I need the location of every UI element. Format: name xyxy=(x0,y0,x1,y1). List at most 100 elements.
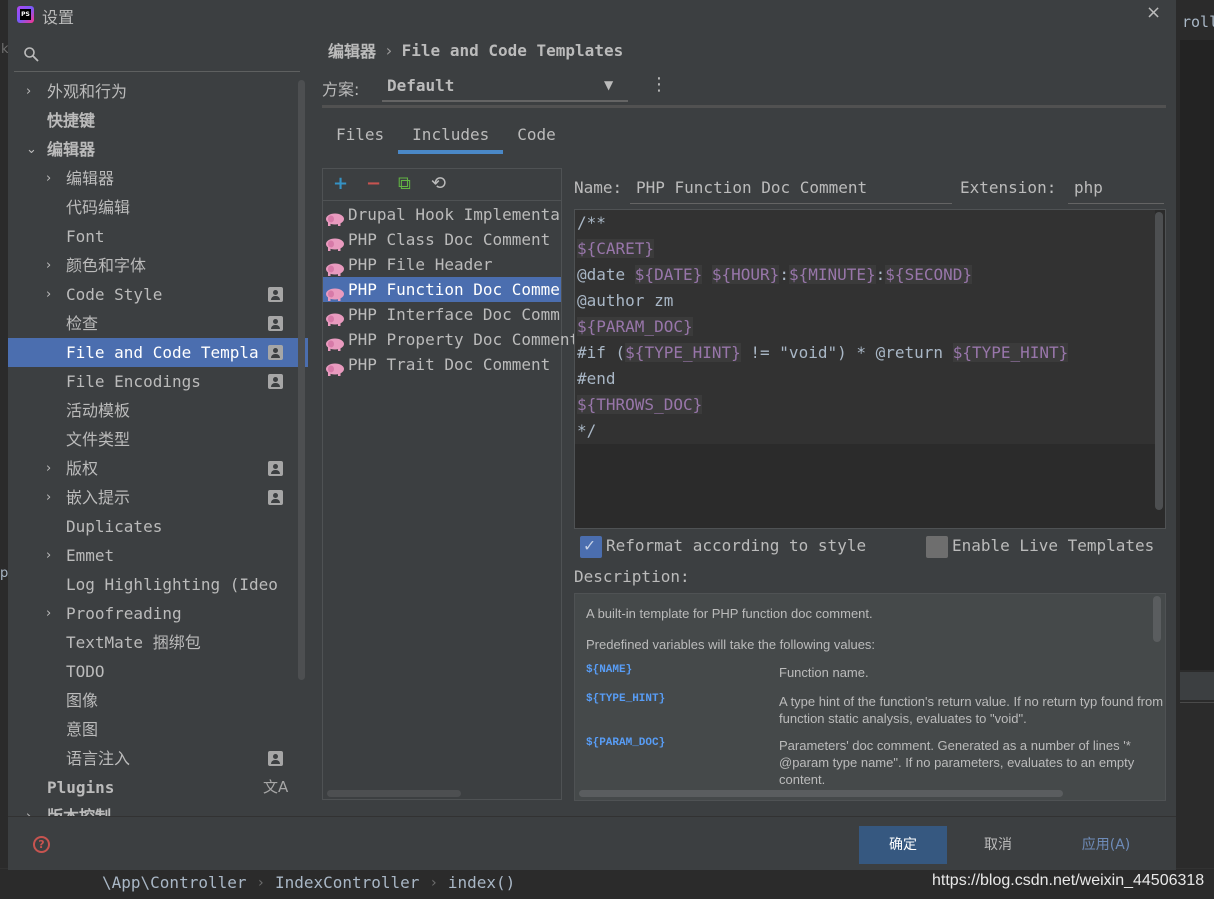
project-scope-icon xyxy=(268,287,283,302)
reset-icon[interactable]: ⟲ xyxy=(431,173,446,195)
tree-item-label: Duplicates xyxy=(66,517,163,536)
tree-item[interactable]: › 嵌入提示 xyxy=(8,483,308,512)
code-line: ${CARET} xyxy=(577,236,655,262)
chevron-down-icon[interactable]: ⌄ xyxy=(26,135,37,164)
tree-item[interactable]: File and Code Templa xyxy=(8,338,308,367)
chevron-right-icon[interactable]: › xyxy=(46,280,51,309)
template-list-item[interactable]: PHP Interface Doc Comm xyxy=(323,302,561,327)
template-name: PHP Trait Doc Comment xyxy=(348,355,551,374)
name-value: PHP Function Doc Comment xyxy=(636,178,868,197)
code-line: @date ${DATE} ${HOUR}:${MINUTE}:${SECOND… xyxy=(577,262,972,288)
tree-item[interactable]: TextMate 捆绑包 xyxy=(8,628,308,657)
tree-item[interactable]: › Proofreading xyxy=(8,599,308,628)
chevron-right-icon[interactable]: › xyxy=(26,802,31,817)
tree-item[interactable]: ⌄ 编辑器 xyxy=(8,135,308,164)
tree-item[interactable]: TODO xyxy=(8,657,308,686)
live-templates-checkbox[interactable]: Enable Live Templates xyxy=(926,534,1166,560)
tree-item[interactable]: 意图 xyxy=(8,715,308,744)
apply-button[interactable]: 应用(A) xyxy=(1062,826,1150,864)
template-list-item[interactable]: PHP Function Doc Comme xyxy=(323,277,561,302)
title-bar: 设置 × xyxy=(8,0,1176,30)
tab-includes[interactable]: Includes xyxy=(398,118,504,154)
breadcrumb-method[interactable]: index() xyxy=(448,873,515,892)
tree-item[interactable]: 代码编辑 xyxy=(8,193,308,222)
extension-input[interactable]: php xyxy=(1068,172,1164,204)
chevron-right-icon[interactable]: › xyxy=(26,77,31,106)
tree-item[interactable]: 语言注入 xyxy=(8,744,308,773)
template-list-item[interactable]: PHP Class Doc Comment xyxy=(323,227,561,252)
tree-item[interactable]: File Encodings xyxy=(8,367,308,396)
tree-item-label: Font xyxy=(66,227,105,246)
chevron-right-icon[interactable]: › xyxy=(46,541,51,570)
tree-scrollbar[interactable] xyxy=(298,80,305,680)
template-list-item[interactable]: PHP File Header xyxy=(323,252,561,277)
chevron-right-icon[interactable]: › xyxy=(46,251,51,280)
project-scope-icon xyxy=(268,461,283,476)
tree-item[interactable]: › 颜色和字体 xyxy=(8,251,308,280)
tree-item[interactable]: › Code Style xyxy=(8,280,308,309)
name-input[interactable]: PHP Function Doc Comment xyxy=(630,172,952,204)
chevron-right-icon[interactable]: › xyxy=(46,599,51,628)
tree-item-label: Plugins xyxy=(47,778,115,797)
template-variable: ${CARET} xyxy=(577,239,655,258)
tree-item[interactable]: › 版本控制 xyxy=(8,802,308,817)
tree-item-label: 编辑器 xyxy=(47,140,96,159)
variable-description: A type hint of the function's return val… xyxy=(779,694,1164,726)
tree-item[interactable]: 图像 xyxy=(8,686,308,715)
variable-name: ${NAME} xyxy=(586,664,633,676)
scheme-value: Default xyxy=(387,76,455,95)
breadcrumb-namespace[interactable]: \App\Controller xyxy=(102,873,247,892)
reformat-checkbox[interactable]: Reformat according to style xyxy=(580,534,900,560)
tree-item[interactable]: Log Highlighting (Ideo xyxy=(8,570,308,599)
tree-item[interactable]: Plugins 文A xyxy=(8,773,308,802)
chevron-right-icon[interactable]: › xyxy=(46,164,51,193)
template-editor[interactable]: /** ${CARET} @date ${DATE} ${HOUR}:${MIN… xyxy=(574,209,1166,529)
tree-item-label: 外观和行为 xyxy=(47,82,128,101)
description-scrollbar[interactable] xyxy=(1153,596,1161,642)
code-text: #if ( xyxy=(577,343,626,362)
add-icon[interactable]: + xyxy=(333,173,348,195)
chevron-right-icon[interactable]: › xyxy=(46,483,51,512)
breadcrumb-class[interactable]: IndexController xyxy=(275,873,420,892)
template-list-panel: + − ⧉ ⟲ Drupal Hook Implementa PHP Class … xyxy=(322,168,579,800)
template-list-item[interactable]: PHP Property Doc Comment xyxy=(323,327,579,352)
scheme-dropdown[interactable]: Default ▼ xyxy=(382,72,628,102)
tab-code[interactable]: Code xyxy=(503,118,570,154)
template-name: PHP Property Doc Comment xyxy=(348,330,580,349)
tree-item[interactable]: › 版权 xyxy=(8,454,308,483)
breadcrumb-parent[interactable]: 编辑器 xyxy=(328,38,376,62)
template-variable: ${TYPE_HINT} xyxy=(952,343,1069,362)
tree-item-label: 检查 xyxy=(66,314,99,333)
watermark: https://blog.csdn.net/weixin_44506318 xyxy=(932,872,1205,889)
tree-item[interactable]: 文件类型 xyxy=(8,425,308,454)
chevron-right-icon[interactable]: › xyxy=(46,454,51,483)
template-variable: ${MINUTE} xyxy=(788,265,876,284)
cancel-button[interactable]: 取消 xyxy=(954,826,1042,864)
copy-icon[interactable]: ⧉ xyxy=(398,173,411,195)
tree-item[interactable]: Font xyxy=(8,222,308,251)
remove-icon[interactable]: − xyxy=(366,173,381,195)
ok-button[interactable]: 确定 xyxy=(859,826,947,864)
tree-item[interactable]: › 外观和行为 xyxy=(8,77,308,106)
tree-item[interactable]: 快捷键 xyxy=(8,106,308,135)
tree-item-label: 版本控制 xyxy=(47,807,112,817)
more-options-icon[interactable]: ⋮ xyxy=(650,74,668,95)
settings-search-input[interactable] xyxy=(14,40,300,72)
editor-scrollbar[interactable] xyxy=(1155,212,1163,510)
tree-item[interactable]: Duplicates xyxy=(8,512,308,541)
background-ide-left: k p xyxy=(0,0,9,899)
description-hscrollbar[interactable] xyxy=(579,790,1063,797)
close-button[interactable]: × xyxy=(1146,2,1161,23)
background-status-bar: \App\Controller › IndexController › inde… xyxy=(0,868,1214,899)
template-list-item[interactable]: PHP Trait Doc Comment xyxy=(323,352,561,377)
tree-item[interactable]: 活动模板 xyxy=(8,396,308,425)
tree-item[interactable]: 检查 xyxy=(8,309,308,338)
project-scope-icon xyxy=(268,316,283,331)
tree-item[interactable]: › Emmet xyxy=(8,541,308,570)
tab-files[interactable]: Files xyxy=(322,118,398,154)
description-label: Description: xyxy=(574,567,690,586)
tree-item[interactable]: › 编辑器 xyxy=(8,164,308,193)
template-list-item[interactable]: Drupal Hook Implementa xyxy=(323,202,561,227)
list-scrollbar[interactable] xyxy=(327,790,461,797)
help-icon[interactable]: ? xyxy=(33,836,50,853)
